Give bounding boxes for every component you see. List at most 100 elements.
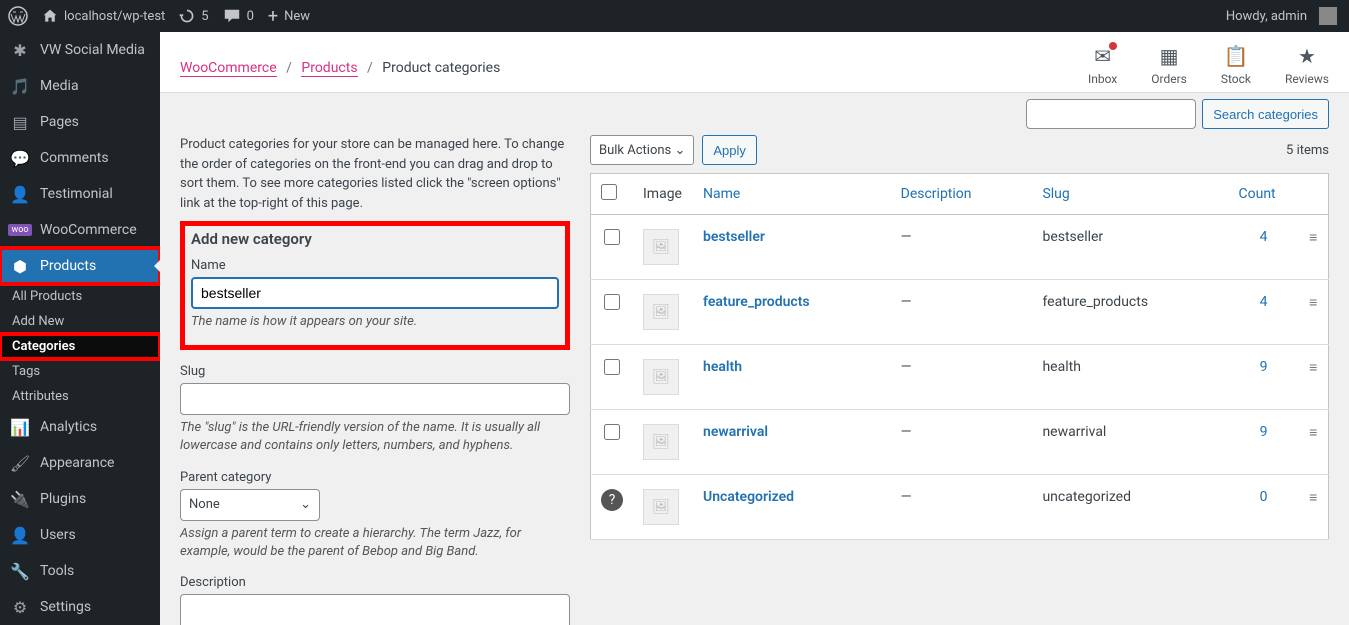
item-count: 5 items	[1286, 143, 1329, 158]
sidebar-item-vw-social-media[interactable]: ✱VW Social Media	[0, 32, 160, 68]
pages-icon: ▤	[10, 112, 30, 132]
orders-icon: ▦	[1160, 44, 1179, 68]
select-all-checkbox[interactable]	[601, 184, 617, 200]
comments-link[interactable]: 0	[223, 7, 254, 25]
row-count-link[interactable]: 9	[1260, 424, 1268, 440]
search-categories-input[interactable]	[1026, 99, 1196, 129]
header-reviews[interactable]: ★Reviews	[1285, 44, 1329, 86]
row-count-link[interactable]: 4	[1260, 294, 1268, 310]
sidebar-item-tools[interactable]: 🔧Tools	[0, 553, 160, 589]
form-title: Add new category	[191, 230, 559, 248]
row-description: —	[891, 345, 1033, 410]
sidebar-item-appearance[interactable]: 🖌Appearance	[0, 445, 160, 481]
parent-value: None	[189, 497, 220, 512]
avatar	[1319, 7, 1337, 25]
sidebar-item-products[interactable]: ⬢Products	[0, 248, 160, 284]
row-checkbox[interactable]	[604, 294, 620, 310]
bulk-label: Bulk Actions	[599, 143, 671, 158]
sidebar-item-label: Products	[40, 258, 96, 274]
sidebar-sub-tags[interactable]: Tags	[0, 359, 160, 384]
header-inbox[interactable]: ✉Inbox	[1088, 44, 1117, 86]
slug-label: Slug	[180, 364, 570, 379]
row-name-link[interactable]: health	[703, 359, 742, 375]
parent-help: Assign a parent term to create a hierarc…	[180, 525, 570, 561]
desc-label: Description	[180, 575, 570, 590]
sidebar-item-analytics[interactable]: 📊Analytics	[0, 409, 160, 445]
sidebar-item-comments[interactable]: 💬Comments	[0, 140, 160, 176]
wp-logo-icon[interactable]	[8, 6, 28, 26]
col-name[interactable]: Name	[693, 174, 891, 215]
row-slug: feature_products	[1032, 280, 1228, 345]
row-description: —	[891, 475, 1033, 540]
thumbnail-icon: 🖼	[643, 489, 679, 525]
header-icon-label: Inbox	[1088, 72, 1117, 86]
sidebar-sub-add-new[interactable]: Add New	[0, 309, 160, 334]
breadcrumb: WooCommerce / Products / Product categor…	[180, 60, 500, 76]
row-count-link[interactable]: 0	[1260, 489, 1268, 505]
bc-products[interactable]: Products	[301, 60, 357, 77]
desc-input[interactable]	[180, 594, 570, 625]
table-row: 🖼feature_products—feature_products4≡	[591, 280, 1329, 345]
drag-handle-icon[interactable]: ≡	[1309, 295, 1317, 311]
sidebar-item-users[interactable]: 👤Users	[0, 517, 160, 553]
sidebar-item-woocommerce[interactable]: wooWooCommerce	[0, 212, 160, 248]
admin-sidebar: ✱VW Social Media 🎵Media ▤ Pages 💬Comments…	[0, 32, 160, 625]
new-link[interactable]: + New	[268, 6, 310, 27]
parent-select[interactable]: None ⌄	[180, 489, 320, 521]
table-row: ?🖼Uncategorized—uncategorized0≡	[591, 475, 1329, 540]
row-checkbox[interactable]	[604, 229, 620, 245]
header-orders[interactable]: ▦Orders	[1151, 44, 1187, 86]
row-count-link[interactable]: 9	[1260, 359, 1268, 375]
header-bar: WooCommerce / Products / Product categor…	[160, 32, 1349, 93]
row-checkbox[interactable]	[604, 359, 620, 375]
table-row: 🖼health—health9≡	[591, 345, 1329, 410]
sidebar-item-pages[interactable]: ▤ Pages	[0, 104, 160, 140]
sidebar-sub-attributes[interactable]: Attributes	[0, 384, 160, 409]
row-checkbox[interactable]	[604, 424, 620, 440]
row-slug: newarrival	[1032, 410, 1228, 475]
sidebar-item-testimonial[interactable]: 👤Testimonial	[0, 176, 160, 212]
sidebar-item-media[interactable]: 🎵Media	[0, 68, 160, 104]
sidebar-item-settings[interactable]: ⚙Settings	[0, 589, 160, 625]
comment-icon: 💬	[10, 148, 30, 168]
bc-current: Product categories	[382, 60, 500, 76]
sidebar-sub-categories[interactable]: Categories	[0, 334, 160, 359]
drag-handle-icon[interactable]: ≡	[1309, 360, 1317, 376]
sidebar-item-label: VW Social Media	[40, 42, 145, 58]
row-name-link[interactable]: feature_products	[703, 294, 810, 310]
row-count-link[interactable]: 4	[1260, 229, 1268, 245]
drag-handle-icon[interactable]: ≡	[1309, 490, 1317, 506]
row-name-link[interactable]: bestseller	[703, 229, 765, 245]
sidebar-item-plugins[interactable]: 🔌Plugins	[0, 481, 160, 517]
sidebar-item-label: Pages	[40, 114, 79, 130]
slug-input[interactable]	[180, 383, 570, 415]
apply-button[interactable]: Apply	[702, 135, 757, 165]
plus-icon: +	[268, 6, 278, 27]
col-description[interactable]: Description	[891, 174, 1033, 215]
drag-handle-icon[interactable]: ≡	[1309, 230, 1317, 246]
user-menu[interactable]: Howdy, admin	[1226, 7, 1337, 25]
help-icon[interactable]: ?	[601, 489, 623, 511]
bc-woocommerce[interactable]: WooCommerce	[180, 60, 277, 77]
sidebar-item-label: Appearance	[40, 455, 114, 471]
updates-link[interactable]: 5	[179, 8, 208, 24]
thumbnail-icon: 🖼	[643, 424, 679, 460]
new-label: New	[284, 9, 310, 24]
search-categories-button[interactable]: Search categories	[1202, 99, 1329, 129]
col-slug[interactable]: Slug	[1032, 174, 1228, 215]
row-name-link[interactable]: newarrival	[703, 424, 768, 440]
sidebar-sub-all-products[interactable]: All Products	[0, 284, 160, 309]
comments-count: 0	[247, 9, 254, 24]
bulk-actions-select[interactable]: Bulk Actions ⌄	[590, 135, 694, 165]
intro-text: Product categories for your store can be…	[180, 135, 570, 213]
name-input[interactable]	[191, 277, 559, 309]
sidebar-item-label: Plugins	[40, 491, 86, 507]
drag-handle-icon[interactable]: ≡	[1309, 425, 1317, 441]
parent-label: Parent category	[180, 470, 570, 485]
row-description: —	[891, 280, 1033, 345]
col-count[interactable]: Count	[1229, 174, 1299, 215]
header-stock[interactable]: 📋Stock	[1221, 44, 1251, 86]
site-link[interactable]: localhost/wp-test	[42, 8, 165, 24]
row-name-link[interactable]: Uncategorized	[703, 489, 794, 505]
sidebar-item-label: Tools	[40, 563, 74, 579]
